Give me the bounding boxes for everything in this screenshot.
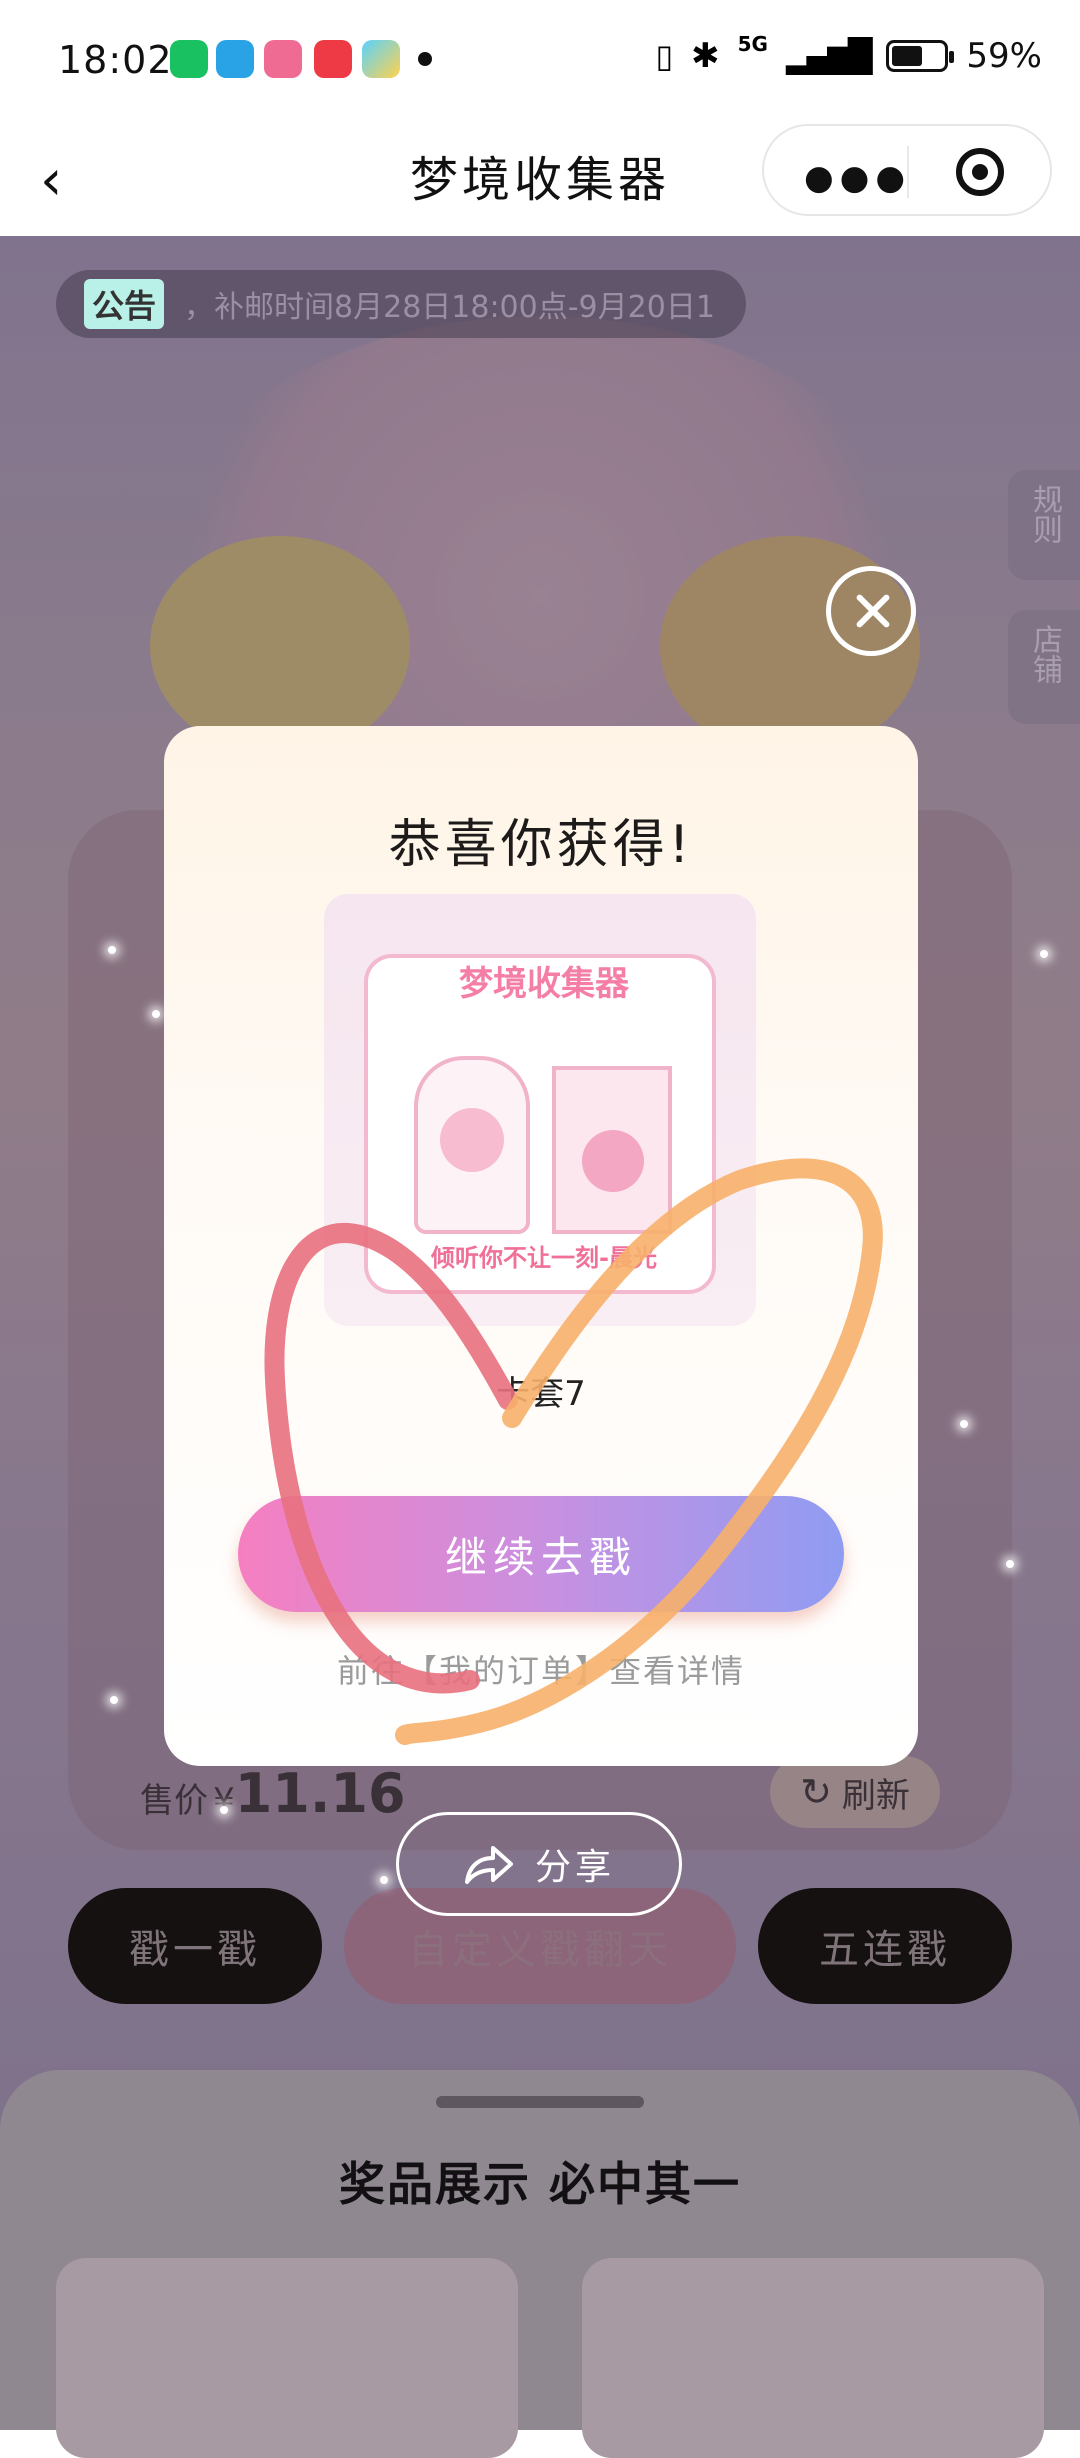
flower-decoration (582, 1130, 644, 1192)
continue-button[interactable]: 继续去戳 (238, 1496, 844, 1612)
prize-thumbnail[interactable] (56, 2258, 518, 2458)
prize-logo-text: 梦境收集器 (459, 964, 629, 1004)
prize-thumbnail[interactable] (582, 2258, 1044, 2458)
notification-dot-icon (418, 52, 432, 66)
status-right: ▯ ✱ 5G ▂▄▆█ 59% (655, 32, 1042, 76)
sparkle (220, 1806, 228, 1814)
share-icon (464, 1846, 513, 1884)
order-link[interactable]: 前往【我的订单】查看详情 (164, 1646, 918, 1692)
signal-icon: ▂▄▆█ (785, 37, 872, 75)
reward-modal: 恭喜你获得! 梦境收集器 倾听你不让一刻-晨光 卡套7 继续去戳 前往【我的订单… (164, 726, 918, 1766)
sparkle (110, 1696, 118, 1704)
network-label: 5G (737, 32, 768, 56)
refresh-button[interactable]: ↻ 刷新 (770, 1756, 940, 1828)
modal-title: 恭喜你获得! (388, 815, 694, 875)
card-sleeve-left (414, 1056, 530, 1234)
prize-image: 梦境收集器 倾听你不让一刻-晨光 (324, 894, 756, 1326)
sparkle (960, 1420, 968, 1428)
sparkle (380, 1876, 388, 1884)
prize-image-caption: 倾听你不让一刻-晨光 (431, 1244, 657, 1272)
announcement-bar[interactable]: 公告 ，补邮时间8月28日18:00点-9月20日1 (56, 270, 746, 338)
drag-handle[interactable] (436, 2096, 644, 2108)
telegram-icon (216, 40, 254, 78)
price-row: 售价 ¥11.16 (140, 1762, 406, 1825)
flower-decoration (440, 1108, 504, 1172)
wechat-icon (170, 40, 208, 78)
price-value: 11.16 (234, 1762, 406, 1825)
refresh-label: 刷新 (841, 1775, 910, 1816)
price-label: 售价 (140, 1781, 208, 1821)
sparkle (1040, 950, 1048, 958)
more-dots-icon[interactable]: ●●● (804, 158, 911, 198)
prize-image-card: 梦境收集器 倾听你不让一刻-晨光 (364, 954, 716, 1294)
refresh-icon: ↻ (800, 1770, 832, 1814)
poke-five-button[interactable]: 五连戳 (758, 1888, 1012, 2004)
shopping-icon (314, 40, 352, 78)
capsule-divider (907, 146, 909, 198)
custom-poke-label: 自定义戳翻天 (408, 1927, 672, 1973)
sparkle (152, 1010, 160, 1018)
share-button[interactable]: 分享 (396, 1812, 682, 1916)
sparkle (1006, 1560, 1014, 1568)
close-button[interactable] (826, 566, 916, 656)
sparkle (108, 946, 116, 954)
announcement-tag: 公告 (84, 279, 165, 329)
price-currency: ¥ (213, 1781, 235, 1821)
card-sleeve-right (552, 1066, 672, 1234)
mini-program-capsule: ●●● (762, 124, 1052, 216)
side-tab-label: 规则 (1027, 484, 1062, 544)
side-tab-shop[interactable]: 店铺 (1008, 610, 1080, 724)
announcement-text: ，补邮时间8月28日18:00点-9月20日1 (184, 290, 715, 325)
side-tab-rules[interactable]: 规则 (1008, 470, 1080, 580)
vibrate-icon: ▯ (655, 37, 674, 75)
prize-panel-title: 奖品展示 必中其一 (338, 2157, 741, 2211)
poke-once-label: 戳一戳 (129, 1927, 261, 1973)
poke-once-button[interactable]: 戳一戳 (68, 1888, 322, 2004)
nav-bar: ‹ 梦境收集器 ●●● (0, 118, 1080, 236)
continue-label: 继续去戳 (444, 1532, 637, 1582)
poke-five-label: 五连戳 (819, 1927, 951, 1973)
target-icon[interactable] (956, 148, 1004, 196)
side-tab-label: 店铺 (1027, 624, 1062, 684)
bluetooth-icon: ✱ (691, 36, 720, 76)
status-time: 18:02 (58, 38, 173, 82)
share-label: 分享 (534, 1847, 615, 1888)
battery-text: 59% (966, 36, 1042, 76)
prize-name: 卡套7 (496, 1374, 586, 1414)
status-bar: 18:02 ▯ ✱ 5G ▂▄▆█ 59% (0, 0, 1080, 118)
bilibili-icon (264, 40, 302, 78)
gallery-icon (362, 40, 400, 78)
battery-icon (886, 40, 955, 72)
